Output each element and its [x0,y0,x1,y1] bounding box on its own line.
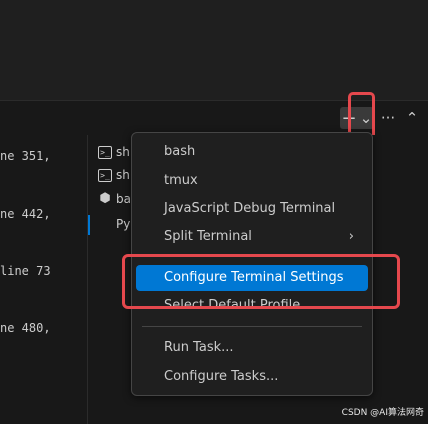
menu-item-bash[interactable]: bash [136,139,368,165]
more-actions-icon[interactable]: ··· [378,107,398,129]
cube-icon: ⬢ [99,190,111,206]
editor-area [0,0,428,100]
terminal-tab[interactable]: >_ sh [98,164,130,186]
terminal-tab-label: sh [116,145,130,159]
python-terminal-icon [98,218,112,231]
menu-item-configure-tasks[interactable]: Configure Tasks... [136,364,368,390]
terminal-output[interactable]: ne 351, ne 442, line 73 ne 480, [0,135,88,424]
terminal-tab-label: ba [116,192,131,206]
menu-item-tmux[interactable]: tmux [136,168,368,194]
active-tab-indicator [88,215,90,235]
annotation-highlight-configure [122,254,400,309]
terminal-line: ne 442, [0,207,51,221]
menu-separator [142,326,362,327]
menu-item-js-debug-terminal[interactable]: JavaScript Debug Terminal [136,196,368,222]
terminal-tab[interactable]: >_ sh [98,141,130,163]
maximize-panel-icon[interactable]: ⌃ [402,107,422,129]
terminal-tab-label: sh [116,168,130,182]
terminal-tab-label: Py [116,217,131,231]
terminal-line: line 73 [0,264,51,278]
terminal-line: ne 480, [0,321,51,335]
terminal-line: ne 351, [0,149,51,163]
menu-item-split-terminal[interactable]: Split Terminal › [136,224,368,250]
terminal-icon: >_ [98,145,112,159]
menu-item-label: Split Terminal [164,229,252,244]
chevron-right-icon: › [348,229,354,244]
terminal-icon: >_ [98,168,112,182]
watermark: CSDN @AI算法网奇 [341,408,424,418]
terminal-tab[interactable]: ⬢ ba [98,188,131,210]
terminal-tab[interactable]: Py [98,213,130,235]
menu-item-run-task[interactable]: Run Task... [136,335,368,361]
